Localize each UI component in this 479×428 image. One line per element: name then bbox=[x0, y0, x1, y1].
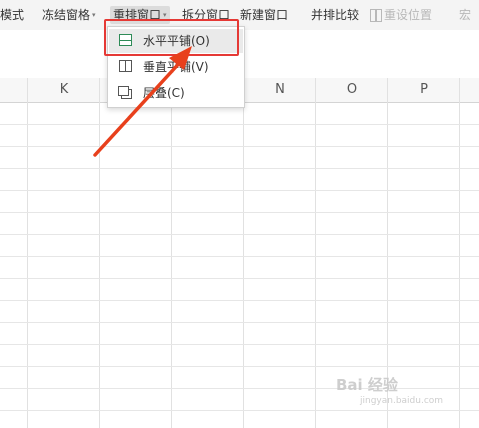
watermark-subtext: jingyan.baidu.com bbox=[360, 396, 444, 406]
watermark-text: Bai 经验 bbox=[336, 376, 398, 394]
watermark: Bai 经验 jingyan.baidu.com bbox=[336, 372, 476, 416]
annotation-arrow bbox=[93, 46, 192, 157]
